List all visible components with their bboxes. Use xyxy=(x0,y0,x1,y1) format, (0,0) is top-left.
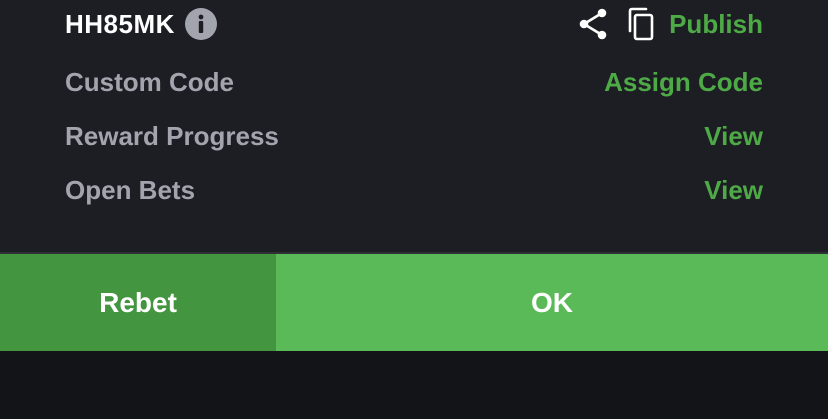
reward-progress-view-link[interactable]: View xyxy=(704,121,763,152)
reward-progress-label: Reward Progress xyxy=(65,120,279,151)
bet-code-group: HH85MK xyxy=(65,8,217,40)
open-bets-row: Open Bets View xyxy=(65,172,763,208)
publish-link[interactable]: Publish xyxy=(669,9,763,40)
copy-icon[interactable] xyxy=(625,7,657,41)
action-buttons: Rebet OK xyxy=(0,254,828,351)
open-bets-label: Open Bets xyxy=(65,174,196,205)
rebet-button[interactable]: Rebet xyxy=(0,254,276,351)
bet-details-panel: HH85MK Publish Custom Code Assign Code R… xyxy=(0,0,828,253)
custom-code-label: Custom Code xyxy=(65,66,234,97)
custom-code-row: Custom Code Assign Code xyxy=(65,64,763,100)
ok-button[interactable]: OK xyxy=(276,254,828,351)
share-icon[interactable] xyxy=(577,7,609,41)
info-icon[interactable] xyxy=(184,8,217,40)
bet-header-row: HH85MK Publish xyxy=(65,6,763,42)
open-bets-view-link[interactable]: View xyxy=(704,175,763,206)
bet-actions: Publish xyxy=(577,7,763,41)
reward-progress-row: Reward Progress View xyxy=(65,118,763,154)
bet-code: HH85MK xyxy=(65,8,175,39)
assign-code-link[interactable]: Assign Code xyxy=(604,67,763,98)
